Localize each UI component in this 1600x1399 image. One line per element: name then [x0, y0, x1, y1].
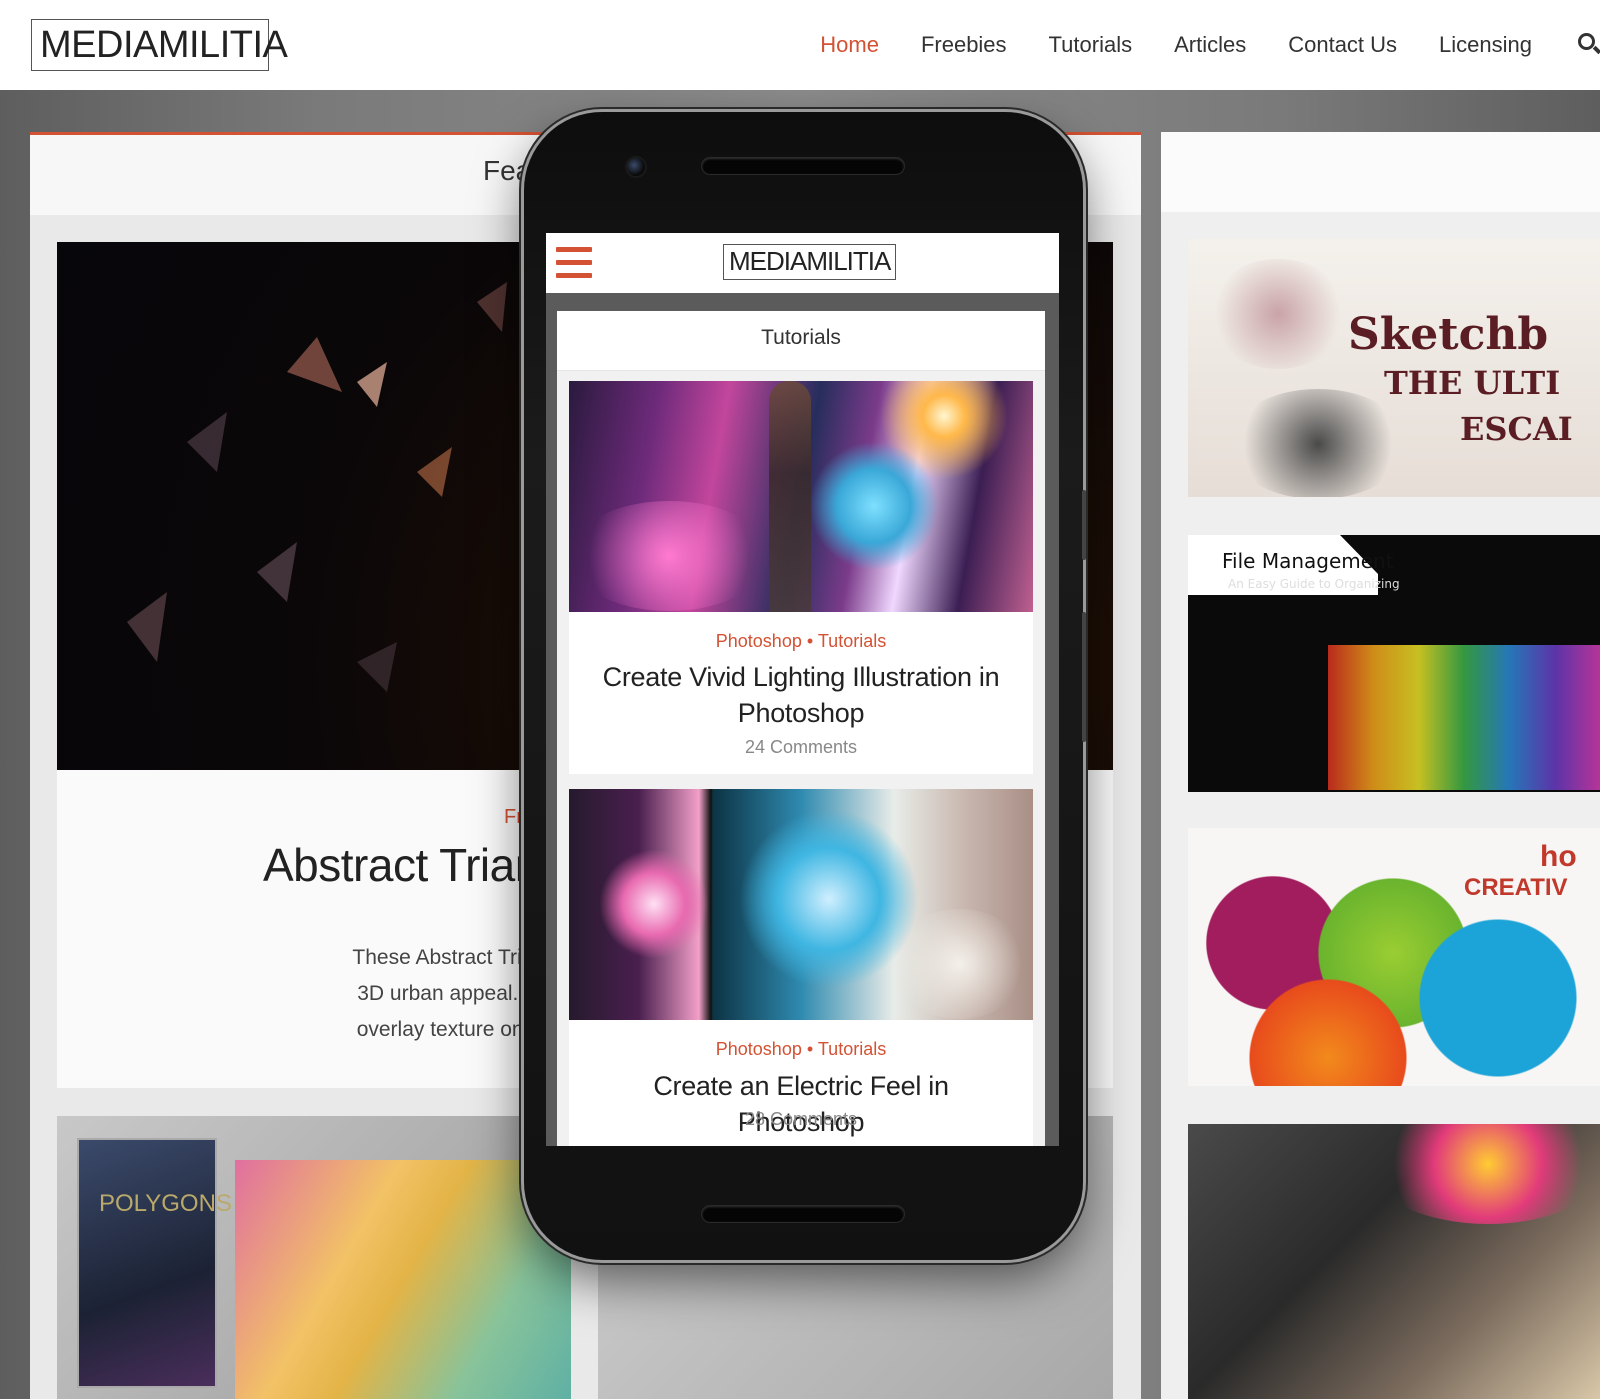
phone-volume-button: [1082, 612, 1086, 742]
camera-icon: [627, 158, 645, 176]
nav-contact-us[interactable]: Contact Us: [1288, 32, 1397, 58]
post-category: Photoshop • Tutorials: [715, 1039, 887, 1059]
sidebar-post-file-management[interactable]: File Management An Easy Guide to Organiz…: [1188, 535, 1600, 792]
featured-post-category[interactable]: Fr: [504, 806, 523, 829]
featured-post-title[interactable]: Abstract Trianc: [263, 838, 563, 892]
nav-home[interactable]: Home: [820, 32, 879, 58]
category-link-photoshop[interactable]: Photoshop: [716, 1039, 802, 1059]
post-comments-count[interactable]: 28 Comments: [569, 1109, 1033, 1130]
phone-mockup: MEDIAMILITIA Tutorials Photoshop • Tutor…: [524, 112, 1086, 1260]
polygons-product-box: POLYGONS: [77, 1138, 232, 1388]
main-nav: Home Freebies Tutorials Articles Contact…: [778, 0, 1600, 90]
sidebar-post-sketchbook[interactable]: Sketchb THE ULTI ESCAI: [1188, 239, 1600, 497]
phone-screen: MEDIAMILITIA Tutorials Photoshop • Tutor…: [546, 233, 1059, 1146]
phone-speaker: [702, 1206, 904, 1222]
category-link-tutorials[interactable]: Tutorials: [818, 1039, 886, 1059]
post-thumbnail[interactable]: [569, 789, 1033, 1020]
polygons-preview-image: [235, 1160, 571, 1399]
mobile-site-logo[interactable]: MEDIAMILITIA: [723, 244, 897, 280]
site-header: MEDIAMILITIA Home Freebies Tutorials Art…: [0, 0, 1600, 90]
nav-licensing[interactable]: Licensing: [1439, 32, 1532, 58]
sidebar-header: [1161, 132, 1600, 212]
site-logo[interactable]: MEDIAMILITIA: [31, 19, 288, 71]
mobile-header: MEDIAMILITIA: [546, 233, 1059, 293]
hamburger-menu-icon[interactable]: [556, 247, 592, 279]
mobile-post-list: Photoshop • Tutorials Create Vivid Light…: [557, 371, 1045, 1146]
post-category: Photoshop • Tutorials: [715, 631, 887, 651]
sidebar-post-artwork[interactable]: [1188, 1124, 1600, 1399]
phone-side-button: [1082, 490, 1086, 560]
mobile-post-card[interactable]: Photoshop • Tutorials Create an Electric…: [569, 789, 1033, 1146]
category-link-photoshop[interactable]: Photoshop: [716, 631, 802, 651]
post-comments-count[interactable]: 24 Comments: [569, 737, 1033, 758]
nav-articles[interactable]: Articles: [1174, 32, 1246, 58]
post-card-polygons[interactable]: POLYGONS: [57, 1116, 571, 1399]
sidebar-post-creative[interactable]: ho CREATIV: [1188, 828, 1600, 1086]
mobile-section-header: Tutorials: [557, 311, 1045, 371]
category-link-tutorials[interactable]: Tutorials: [818, 631, 886, 651]
post-thumbnail[interactable]: [569, 381, 1033, 612]
mobile-post-card[interactable]: Photoshop • Tutorials Create Vivid Light…: [569, 381, 1033, 774]
nav-freebies[interactable]: Freebies: [921, 32, 1007, 58]
post-title[interactable]: Create Vivid Lighting Illustration in Ph…: [589, 659, 1013, 731]
phone-earpiece: [702, 158, 904, 174]
nav-tutorials[interactable]: Tutorials: [1049, 32, 1133, 58]
search-icon[interactable]: [1576, 30, 1600, 60]
mobile-section-title: Tutorials: [761, 326, 841, 349]
